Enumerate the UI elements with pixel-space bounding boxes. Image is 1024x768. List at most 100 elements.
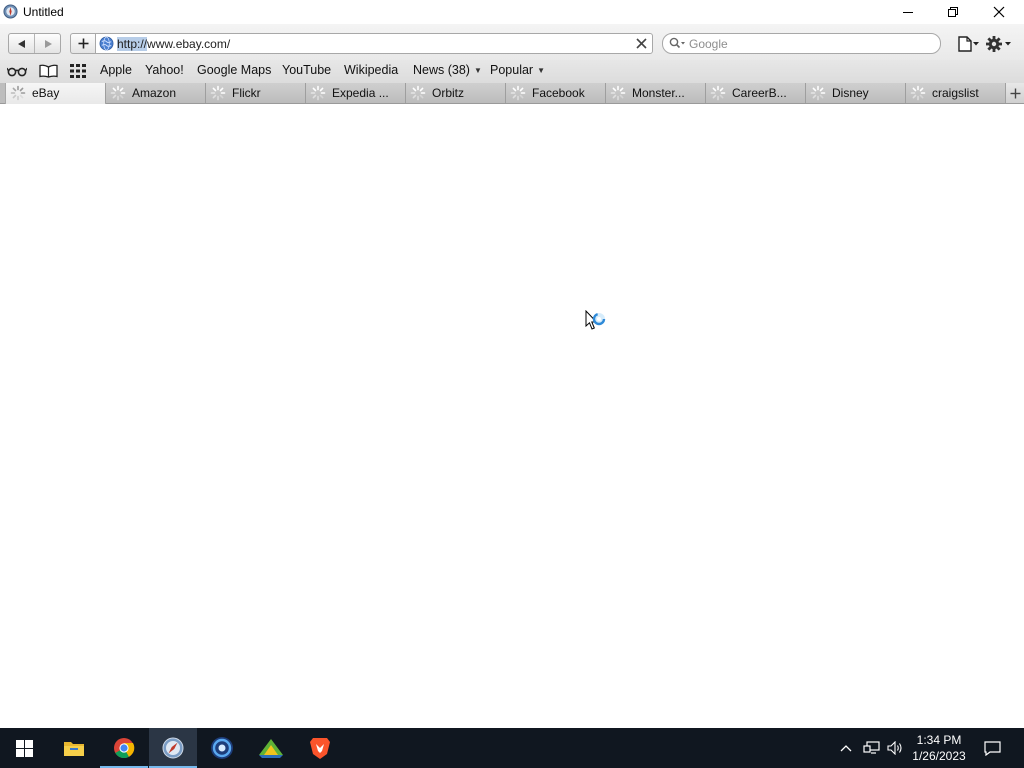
tab-label: Monster... [632,86,685,100]
url-selected-text: http:// [117,37,148,51]
windows-logo-icon [15,739,33,757]
news-folder-label: News (38) [413,63,470,77]
show-hidden-icons-button[interactable] [836,728,856,768]
window-title: Untitled [23,5,64,19]
address-bar[interactable]: http://www.ebay.com/ [95,33,653,54]
clock-date: 1/26/2023 [912,749,966,763]
tab-craigslist[interactable]: craigslist [905,83,1006,103]
action-center-button[interactable] [978,728,1006,768]
url-rest-text: www.ebay.com/ [147,37,231,51]
back-forward-group [8,33,61,54]
colorful-app-icon [259,739,283,758]
open-book-icon [38,64,58,78]
taskbar-app-blue[interactable] [198,728,246,768]
tab-label: Orbitz [432,86,465,100]
reading-list-button[interactable] [7,63,27,79]
taskbar-clock[interactable]: 1:34 PM 1/26/2023 [906,732,972,764]
tab-label: Facebook [532,86,585,100]
stop-loading-icon[interactable] [635,37,648,50]
taskbar-app-green[interactable] [247,728,295,768]
dropdown-arrow-icon: ▼ [537,66,546,75]
settings-menu-button[interactable] [985,34,1013,54]
loading-spinner-icon [610,85,626,101]
bookmark-google-maps[interactable]: Google Maps [197,62,271,78]
loading-spinner-icon [310,85,326,101]
taskbar-brave[interactable] [296,728,344,768]
loading-spinner-icon [910,85,926,101]
taskbar-file-explorer[interactable] [50,728,98,768]
back-button[interactable] [9,34,34,53]
globe-icon [99,36,114,51]
bookmark-folder-popular[interactable]: Popular ▼ [490,62,545,80]
page-icon [958,36,979,52]
loading-spinner-icon [410,85,426,101]
loading-spinner-icon [110,85,126,101]
loading-spinner-icon [810,85,826,101]
back-arrow-icon [17,39,25,48]
page-menu-button[interactable] [954,34,982,54]
url-text[interactable]: http://www.ebay.com/ [117,37,230,51]
tab-expedia[interactable]: Expedia ... [305,83,406,103]
search-input[interactable] [689,36,929,51]
minimize-icon [903,12,913,13]
tab-label: Flickr [232,86,261,100]
bookmark-folder-news[interactable]: News (38) ▼ [413,62,482,80]
title-bar: Untitled [0,0,1024,24]
tab-ebay[interactable]: eBay [5,83,106,104]
busy-cursor-icon [585,310,606,330]
folder-icon [64,742,84,756]
volume-tray-button[interactable] [884,728,906,768]
tab-label: Amazon [132,86,177,100]
browser-toolbar: http://www.ebay.com/ [0,24,1024,60]
notification-icon [983,740,1001,756]
page-content[interactable] [0,104,1024,728]
restore-button[interactable] [930,0,976,24]
bookmark-youtube[interactable]: YouTube [282,62,331,78]
plus-icon [1010,88,1020,98]
loading-spinner-icon [510,85,526,101]
bookmarks-button[interactable] [38,63,58,79]
speaker-icon [887,741,902,755]
tab-amazon[interactable]: Amazon [105,83,206,103]
tab-monster[interactable]: Monster... [605,83,706,103]
tab-label: CareerB... [732,86,787,100]
forward-button[interactable] [34,34,60,53]
minimize-button[interactable] [885,0,931,24]
blue-circle-app-icon [211,737,233,759]
popular-folder-label: Popular [490,63,534,77]
tab-orbitz[interactable]: Orbitz [405,83,506,103]
plus-icon [78,38,88,49]
forward-arrow-icon [44,39,52,48]
start-button[interactable] [0,728,48,768]
new-tab-button[interactable] [1005,83,1024,103]
taskbar-safari[interactable] [149,728,197,768]
tab-label: Disney [832,86,869,100]
tab-disney[interactable]: Disney [805,83,906,103]
add-bookmark-button[interactable] [70,33,95,54]
tab-bar: eBay Amazon Flickr Expedia ... Orbitz Fa… [0,83,1024,104]
restore-icon [948,7,958,17]
brave-lion-icon [310,738,330,759]
safari-compass-icon [3,4,18,19]
tab-label: eBay [32,86,60,100]
tab-flickr[interactable]: Flickr [205,83,306,103]
bookmarks-bar: Apple Yahoo! Google Maps YouTube Wikiped… [0,60,1024,83]
search-field[interactable] [662,33,941,54]
chrome-icon [114,738,135,759]
close-button[interactable] [976,0,1022,24]
safari-compass-icon [162,737,184,759]
top-sites-button[interactable] [68,63,88,79]
tab-careerbuilder[interactable]: CareerB... [705,83,806,103]
taskbar-chrome[interactable] [100,728,148,768]
bookmark-apple[interactable]: Apple [100,62,132,78]
network-tray-button[interactable] [860,728,882,768]
grid-icon [70,64,86,78]
tab-label: craigslist [932,86,979,100]
bookmark-yahoo[interactable]: Yahoo! [145,62,184,78]
tab-facebook[interactable]: Facebook [505,83,606,103]
dropdown-arrow-icon: ▼ [473,66,482,75]
gear-icon [986,36,1011,52]
reading-glasses-icon [7,67,27,77]
bookmark-wikipedia[interactable]: Wikipedia [344,62,398,78]
loading-spinner-icon [710,85,726,101]
